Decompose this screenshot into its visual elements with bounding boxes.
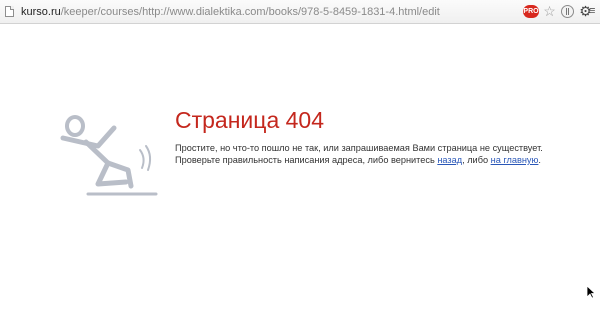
- falling-man-illustration: [60, 115, 158, 196]
- message-text: Проверьте правильность написания адреса,…: [175, 155, 438, 165]
- url-host: kurso.ru: [21, 6, 61, 18]
- page-icon: [5, 6, 14, 17]
- message-line-2: Проверьте правильность написания адреса,…: [175, 154, 543, 166]
- back-link[interactable]: назад: [437, 155, 462, 165]
- error-message: Простите, но что-то пошло не так, или за…: [175, 142, 543, 166]
- wrench-icon[interactable]: ≡: [589, 4, 598, 19]
- motion-line: [139, 149, 145, 169]
- mouse-cursor-icon: [586, 285, 596, 299]
- message-text-3: .: [538, 155, 541, 165]
- message-text-2: , либо: [462, 155, 491, 165]
- message-line-1: Простите, но что-то пошло не так, или за…: [175, 143, 543, 153]
- extension-badge-icon[interactable]: PRO: [523, 5, 539, 18]
- head-shape: [65, 115, 85, 137]
- url-path: /keeper/courses/http://www.dialektika.co…: [60, 6, 440, 18]
- address-bar[interactable]: kurso.ru/keeper/courses/http://www.diale…: [0, 0, 600, 24]
- extension-icon[interactable]: [561, 5, 574, 18]
- url-text[interactable]: kurso.ru/keeper/courses/http://www.diale…: [21, 5, 440, 19]
- star-icon[interactable]: ☆: [542, 4, 557, 19]
- home-link[interactable]: на главную: [491, 155, 539, 165]
- motion-line-2: [145, 145, 152, 171]
- error-title: Страница 404: [175, 107, 325, 133]
